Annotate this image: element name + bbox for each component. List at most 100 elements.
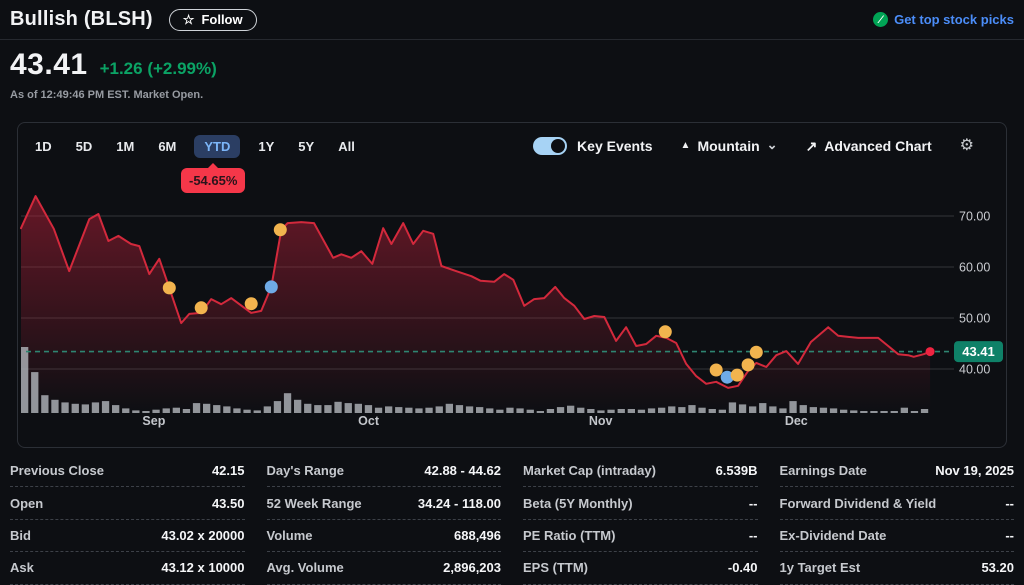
volume-bar bbox=[830, 408, 837, 413]
volume-bar bbox=[628, 409, 635, 413]
stats-column: Previous Close42.15Open43.50Bid43.02 x 2… bbox=[10, 455, 245, 585]
key-event-marker[interactable] bbox=[163, 281, 176, 294]
volume-bar bbox=[709, 409, 716, 413]
advanced-chart-button[interactable]: ↗ Advanced Chart bbox=[806, 138, 932, 154]
stat-row: Bid43.02 x 20000 bbox=[10, 520, 245, 552]
stat-label: 52 Week Range bbox=[267, 496, 362, 511]
follow-button[interactable]: ☆ Follow bbox=[169, 9, 257, 31]
key-event-marker[interactable] bbox=[265, 280, 278, 293]
range-button-1m[interactable]: 1M bbox=[116, 135, 134, 158]
stat-label: Earnings Date bbox=[780, 463, 867, 478]
volume-bar bbox=[911, 411, 918, 413]
range-button-5y[interactable]: 5Y bbox=[298, 135, 314, 158]
range-button-ytd[interactable]: YTD bbox=[194, 135, 240, 158]
stat-value: 34.24 - 118.00 bbox=[418, 496, 501, 511]
top-stock-picks-link[interactable]: ⁄ Get top stock picks bbox=[873, 12, 1014, 27]
volume-bar bbox=[567, 406, 574, 413]
volume-bar bbox=[122, 408, 129, 413]
key-event-marker[interactable] bbox=[731, 369, 744, 382]
stats-column: Earnings DateNov 19, 2025Forward Dividen… bbox=[780, 455, 1015, 585]
stat-label: Day's Range bbox=[267, 463, 345, 478]
price-chart[interactable]: 70.0060.0050.0040.0043.41SepOctNovDec bbox=[18, 123, 1006, 447]
stat-row: Day's Range42.88 - 44.62 bbox=[267, 455, 502, 487]
range-button-5d[interactable]: 5D bbox=[76, 135, 93, 158]
toggle-knob-icon bbox=[551, 139, 565, 153]
volume-bar bbox=[334, 402, 341, 413]
volume-bar bbox=[678, 407, 685, 413]
stat-row: Previous Close42.15 bbox=[10, 455, 245, 487]
chevron-down-icon: ⌄ bbox=[767, 138, 778, 151]
volume-bar bbox=[365, 405, 372, 413]
volume-bar bbox=[638, 410, 645, 413]
last-price-dot bbox=[926, 347, 935, 356]
volume-bar bbox=[405, 408, 412, 413]
stat-row: Market Cap (intraday)6.539B bbox=[523, 455, 758, 487]
x-axis-month-label: Sep bbox=[142, 414, 165, 428]
stat-row: Ask43.12 x 10000 bbox=[10, 552, 245, 584]
stat-label: Avg. Volume bbox=[267, 560, 344, 575]
volume-bar bbox=[173, 408, 180, 413]
price-change-percent: (+2.99%) bbox=[147, 59, 216, 78]
stat-label: Bid bbox=[10, 528, 31, 543]
volume-bar bbox=[203, 404, 210, 413]
key-events-toggle[interactable] bbox=[533, 137, 567, 155]
volume-bar bbox=[800, 405, 807, 413]
key-event-marker[interactable] bbox=[750, 346, 763, 359]
range-button-1d[interactable]: 1D bbox=[35, 135, 52, 158]
volume-bar bbox=[547, 409, 554, 413]
volume-bar bbox=[870, 411, 877, 413]
chart-type-select[interactable]: ▲ Mountain ⌄ bbox=[681, 138, 778, 154]
volume-bar bbox=[850, 410, 857, 413]
volume-bar bbox=[345, 403, 352, 413]
stat-row: EPS (TTM)-0.40 bbox=[523, 552, 758, 584]
range-button-1y[interactable]: 1Y bbox=[258, 135, 274, 158]
volume-bar bbox=[527, 410, 534, 413]
stat-value: 688,496 bbox=[454, 528, 501, 543]
range-button-6m[interactable]: 6M bbox=[158, 135, 176, 158]
stat-label: Beta (5Y Monthly) bbox=[523, 496, 633, 511]
premium-icon: ⁄ bbox=[873, 12, 888, 27]
gear-icon[interactable]: ⚙ bbox=[960, 138, 974, 154]
volume-bar bbox=[31, 372, 38, 413]
volume-bar bbox=[648, 408, 655, 413]
volume-bar bbox=[41, 395, 48, 413]
range-button-all[interactable]: All bbox=[338, 135, 355, 158]
volume-bar bbox=[688, 405, 695, 413]
key-event-marker[interactable] bbox=[742, 358, 755, 371]
key-event-marker[interactable] bbox=[245, 297, 258, 310]
volume-bar bbox=[698, 408, 705, 413]
stat-value: 42.15 bbox=[212, 463, 245, 478]
key-event-marker[interactable] bbox=[710, 364, 723, 377]
volume-bar bbox=[901, 408, 908, 413]
key-events-toggle-group[interactable]: Key Events bbox=[533, 137, 652, 155]
chart-toolbar: 1D 5D 1M 6M YTD 1Y 5Y All Key Events ▲ Mountain… bbox=[18, 123, 1006, 169]
volume-bar bbox=[163, 408, 170, 413]
volume-bar bbox=[658, 408, 665, 413]
volume-bar bbox=[921, 409, 928, 413]
volume-bar bbox=[102, 401, 109, 413]
key-events-label: Key Events bbox=[577, 138, 652, 154]
volume-bar bbox=[254, 410, 261, 413]
stat-label: Open bbox=[10, 496, 43, 511]
volume-bar bbox=[486, 408, 493, 413]
volume-bar bbox=[880, 411, 887, 413]
volume-bar bbox=[607, 410, 614, 413]
current-price-badge-label: 43.41 bbox=[962, 344, 995, 359]
key-event-marker[interactable] bbox=[274, 223, 287, 236]
key-event-marker[interactable] bbox=[659, 325, 672, 338]
stat-row: 1y Target Est53.20 bbox=[780, 552, 1015, 584]
key-event-marker[interactable] bbox=[195, 301, 208, 314]
chart-panel: 70.0060.0050.0040.0043.41SepOctNovDec 1D… bbox=[17, 122, 1007, 448]
stats-grid: Previous Close42.15Open43.50Bid43.02 x 2… bbox=[10, 455, 1014, 585]
volume-bar bbox=[506, 408, 513, 413]
stat-label: Forward Dividend & Yield bbox=[780, 496, 937, 511]
volume-bar bbox=[618, 409, 625, 413]
stat-value: -- bbox=[1005, 496, 1014, 511]
stat-value: -0.40 bbox=[728, 560, 758, 575]
volume-bar bbox=[152, 410, 159, 413]
volume-bar bbox=[375, 408, 382, 413]
volume-bar bbox=[395, 407, 402, 413]
volume-bar bbox=[92, 402, 99, 413]
volume-bar bbox=[537, 411, 544, 413]
volume-bar bbox=[294, 400, 301, 413]
